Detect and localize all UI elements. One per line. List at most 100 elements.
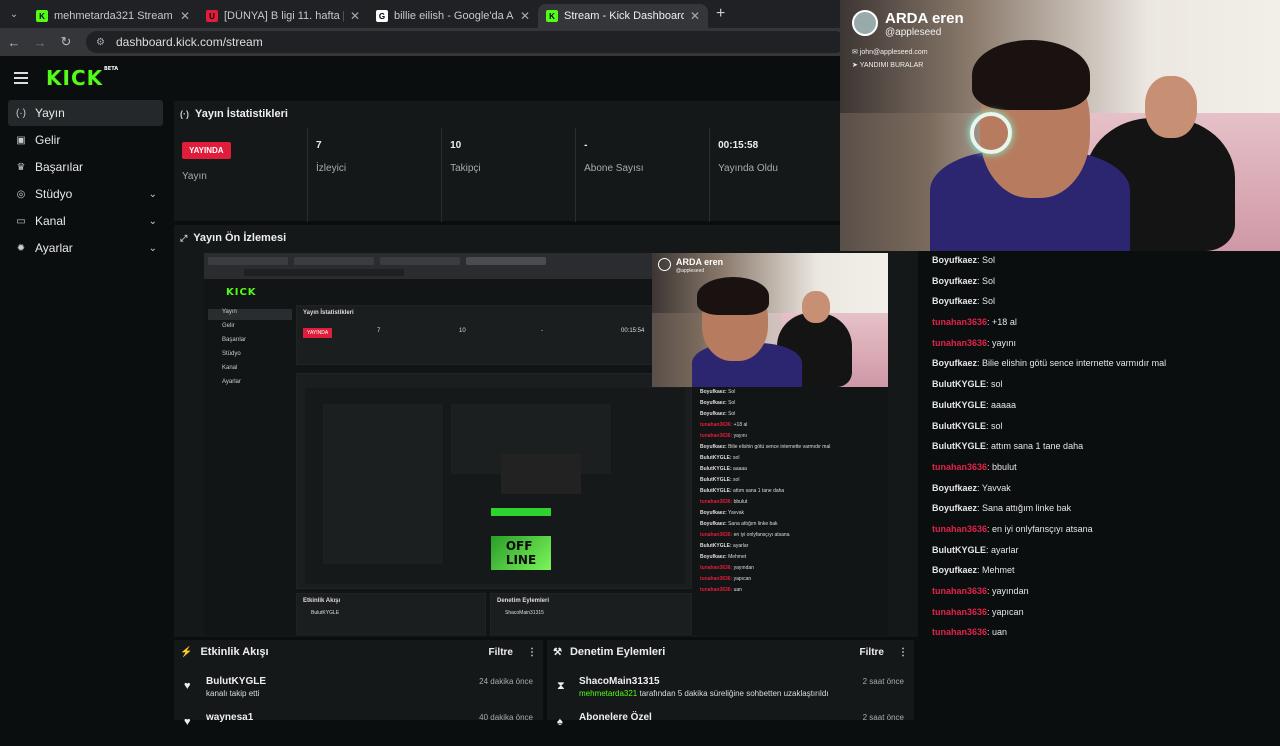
stat-caption: Abone Sayısı	[584, 163, 644, 174]
forward-arrow-icon[interactable]: →	[28, 35, 52, 50]
hourglass-icon: ⧗	[557, 680, 565, 692]
chat-username[interactable]: tunahan3636	[932, 627, 987, 637]
location-icon: ➤	[852, 62, 860, 69]
new-tab-button[interactable]: +	[716, 5, 725, 23]
sidebar-item-label: Yayın	[35, 106, 65, 120]
logo-beta-tag: BETA	[104, 66, 119, 72]
chat-username[interactable]: tunahan3636	[932, 607, 987, 617]
activity-event-user[interactable]: BulutKYGLE	[206, 676, 266, 687]
preview-panel-title: Yayın Ön İzlemesi	[193, 232, 287, 244]
chat-username[interactable]: BulutKYGLE	[932, 421, 986, 431]
subscriber-icon: ♠	[557, 716, 563, 728]
chevron-down-icon[interactable]: ⌄	[149, 189, 157, 200]
chat-username[interactable]: tunahan3636	[932, 338, 987, 348]
preview-nested-preview: OFF LINE	[296, 373, 692, 589]
chat-message: tunahan3636: bbulut	[918, 457, 1280, 478]
chat-username[interactable]: BulutKYGLE	[932, 441, 986, 451]
studio-icon: ◎	[16, 188, 26, 200]
chat-username[interactable]: Boyufkaez	[932, 296, 977, 306]
lightning-icon: ⚡	[180, 646, 193, 658]
chat-text: uan	[992, 627, 1008, 638]
stat-card: - Abone Sayısı	[576, 128, 711, 222]
chat-username[interactable]: BulutKYGLE	[932, 545, 986, 555]
chat-username[interactable]: tunahan3636	[932, 586, 987, 596]
sidebar-item-2[interactable]: ▣ Gelir	[8, 127, 163, 153]
chat-text: Sana attığım linke bak	[982, 503, 1072, 514]
settings-icon: ✹	[16, 242, 26, 254]
chat-username[interactable]: tunahan3636	[932, 317, 987, 327]
chat-text: Bilie elishin götü sence internette varm…	[982, 358, 1167, 369]
activity-event-user[interactable]: waynesa1	[206, 712, 253, 723]
browser-tab[interactable]: Gbillie eilish - Google'da Ara ✕	[368, 4, 538, 28]
moderation-actor[interactable]: mehmetarda321	[579, 689, 637, 698]
tab-close-icon[interactable]: ✕	[520, 9, 530, 23]
chat-username[interactable]: Boyufkaez	[932, 255, 977, 265]
stat-caption: Yayında Oldu	[718, 163, 778, 174]
chat-username[interactable]: BulutKYGLE	[932, 379, 986, 389]
moderation-filter-button[interactable]: Filtre	[860, 647, 884, 658]
chat-text: Sol	[982, 296, 996, 307]
moderation-actions-panel: ⚒ Denetim Eylemleri Filtre ⋮ ⧗ ShacoMain…	[547, 640, 914, 728]
tab-close-icon[interactable]: ✕	[180, 9, 190, 23]
chat-text: yayından	[992, 586, 1029, 596]
preview-chat: Boyufkaez: Sol Boyufkaez: Sol Boyufkaez:…	[700, 389, 831, 593]
moderation-event: ♠ Abonelere Özel 2 saat önce	[547, 710, 914, 746]
tab-search-chevron-icon[interactable]: ⌄	[0, 0, 28, 28]
tab-close-icon[interactable]: ✕	[350, 9, 360, 23]
preview-moderation-box: Denetim Eylemleri ShacoMain31315	[490, 593, 692, 635]
sidebar: (·) Yayın ▣ Gelir ♛ Başarılar ◎ Stüdyo ⌄ ▭ Kanal ⌄ ✹…	[0, 100, 170, 720]
preview-stats-box: Yayın İstatistikleri YAYINDA 7 10 - 00:1…	[296, 305, 656, 365]
chevron-down-icon[interactable]: ⌄	[149, 216, 157, 227]
chat-message: tunahan3636: yapıcan	[918, 602, 1280, 623]
sidebar-item-1[interactable]: (·) Yayın	[8, 100, 163, 126]
activity-filter-button[interactable]: Filtre	[489, 647, 513, 658]
stat-value: 7	[316, 140, 322, 151]
chat-username[interactable]: Boyufkaez	[932, 503, 977, 513]
moderation-event-user[interactable]: ShacoMain31315	[579, 676, 660, 687]
tab-favicon-icon: G	[376, 10, 388, 22]
webcam-handle: @appleseed	[885, 27, 942, 38]
back-arrow-icon[interactable]: ←	[2, 35, 26, 50]
tab-title: [DÜNYA] B ligi 11. hafta | UwUF	[224, 10, 344, 22]
chat-message: Boyufkaez: Mehmet	[918, 560, 1280, 581]
mail-icon: ✉	[852, 49, 860, 56]
url-field[interactable]: ⚙ dashboard.kick.com/stream	[86, 31, 846, 53]
browser-tab[interactable]: K Stream - Kick Dashboard ✕	[538, 4, 708, 28]
stream-preview-video[interactable]: KICK Yayın Gelir Başarılar Stüdyo Kanal Ayarl…	[204, 253, 888, 635]
sidebar-item-label: Ayarlar	[35, 241, 73, 255]
sidebar-item-5[interactable]: ▭ Kanal ⌄	[8, 208, 163, 234]
chat-username[interactable]: Boyufkaez	[932, 483, 977, 493]
hamburger-menu-icon[interactable]	[14, 72, 28, 84]
kick-logo[interactable]: KICK BETA	[46, 66, 118, 90]
webcam-email: john@appleseed.com	[859, 49, 928, 56]
tab-title: Stream - Kick Dashboard	[564, 10, 684, 22]
sidebar-item-label: Başarılar	[35, 160, 84, 174]
stat-caption: Yayın	[182, 171, 207, 182]
activity-feed-panel: ⚡ Etkinlik Akışı Filtre ⋮ ♥ BulutKYGLE k…	[174, 640, 543, 728]
browser-tab[interactable]: Kmehmetarda321 Stream - Watch ✕	[28, 4, 198, 28]
chat-text: en iyi onlyfansçıyı atsana	[992, 523, 1093, 534]
browser-tab[interactable]: U [DÜNYA] B ligi 11. hafta | UwUF ✕	[198, 4, 368, 28]
chat-message: tunahan3636: yayını	[918, 333, 1280, 354]
activity-event: ♥ BulutKYGLE kanalı takip etti 24 dakika…	[174, 674, 543, 710]
chevron-down-icon[interactable]: ⌄	[149, 243, 157, 254]
chat-text: Sol	[982, 275, 996, 286]
chat-username[interactable]: Boyufkaez	[932, 565, 977, 575]
sidebar-item-3[interactable]: ♛ Başarılar	[8, 154, 163, 180]
chat-username[interactable]: tunahan3636	[932, 462, 987, 472]
reload-icon[interactable]: ↻	[54, 34, 78, 50]
chat-username[interactable]: Boyufkaez	[932, 276, 977, 286]
chat-username[interactable]: tunahan3636	[932, 524, 987, 534]
chat-text: ayarlar	[991, 544, 1019, 555]
chat-username[interactable]: BulutKYGLE	[932, 400, 986, 410]
site-info-icon[interactable]: ⚙	[96, 37, 108, 48]
moderation-more-icon[interactable]: ⋮	[898, 647, 908, 658]
sidebar-item-6[interactable]: ✹ Ayarlar ⌄	[8, 235, 163, 261]
moderation-panel-header: ⚒ Denetim Eylemleri Filtre ⋮	[547, 640, 914, 664]
heart-icon: ♥	[184, 716, 191, 728]
chat-username[interactable]: Boyufkaez	[932, 358, 977, 368]
sidebar-item-4[interactable]: ◎ Stüdyo ⌄	[8, 181, 163, 207]
activity-event: ♥ waynesa1 40 dakika önce	[174, 710, 543, 746]
activity-more-icon[interactable]: ⋮	[527, 647, 537, 658]
tab-close-icon[interactable]: ✕	[690, 9, 700, 23]
